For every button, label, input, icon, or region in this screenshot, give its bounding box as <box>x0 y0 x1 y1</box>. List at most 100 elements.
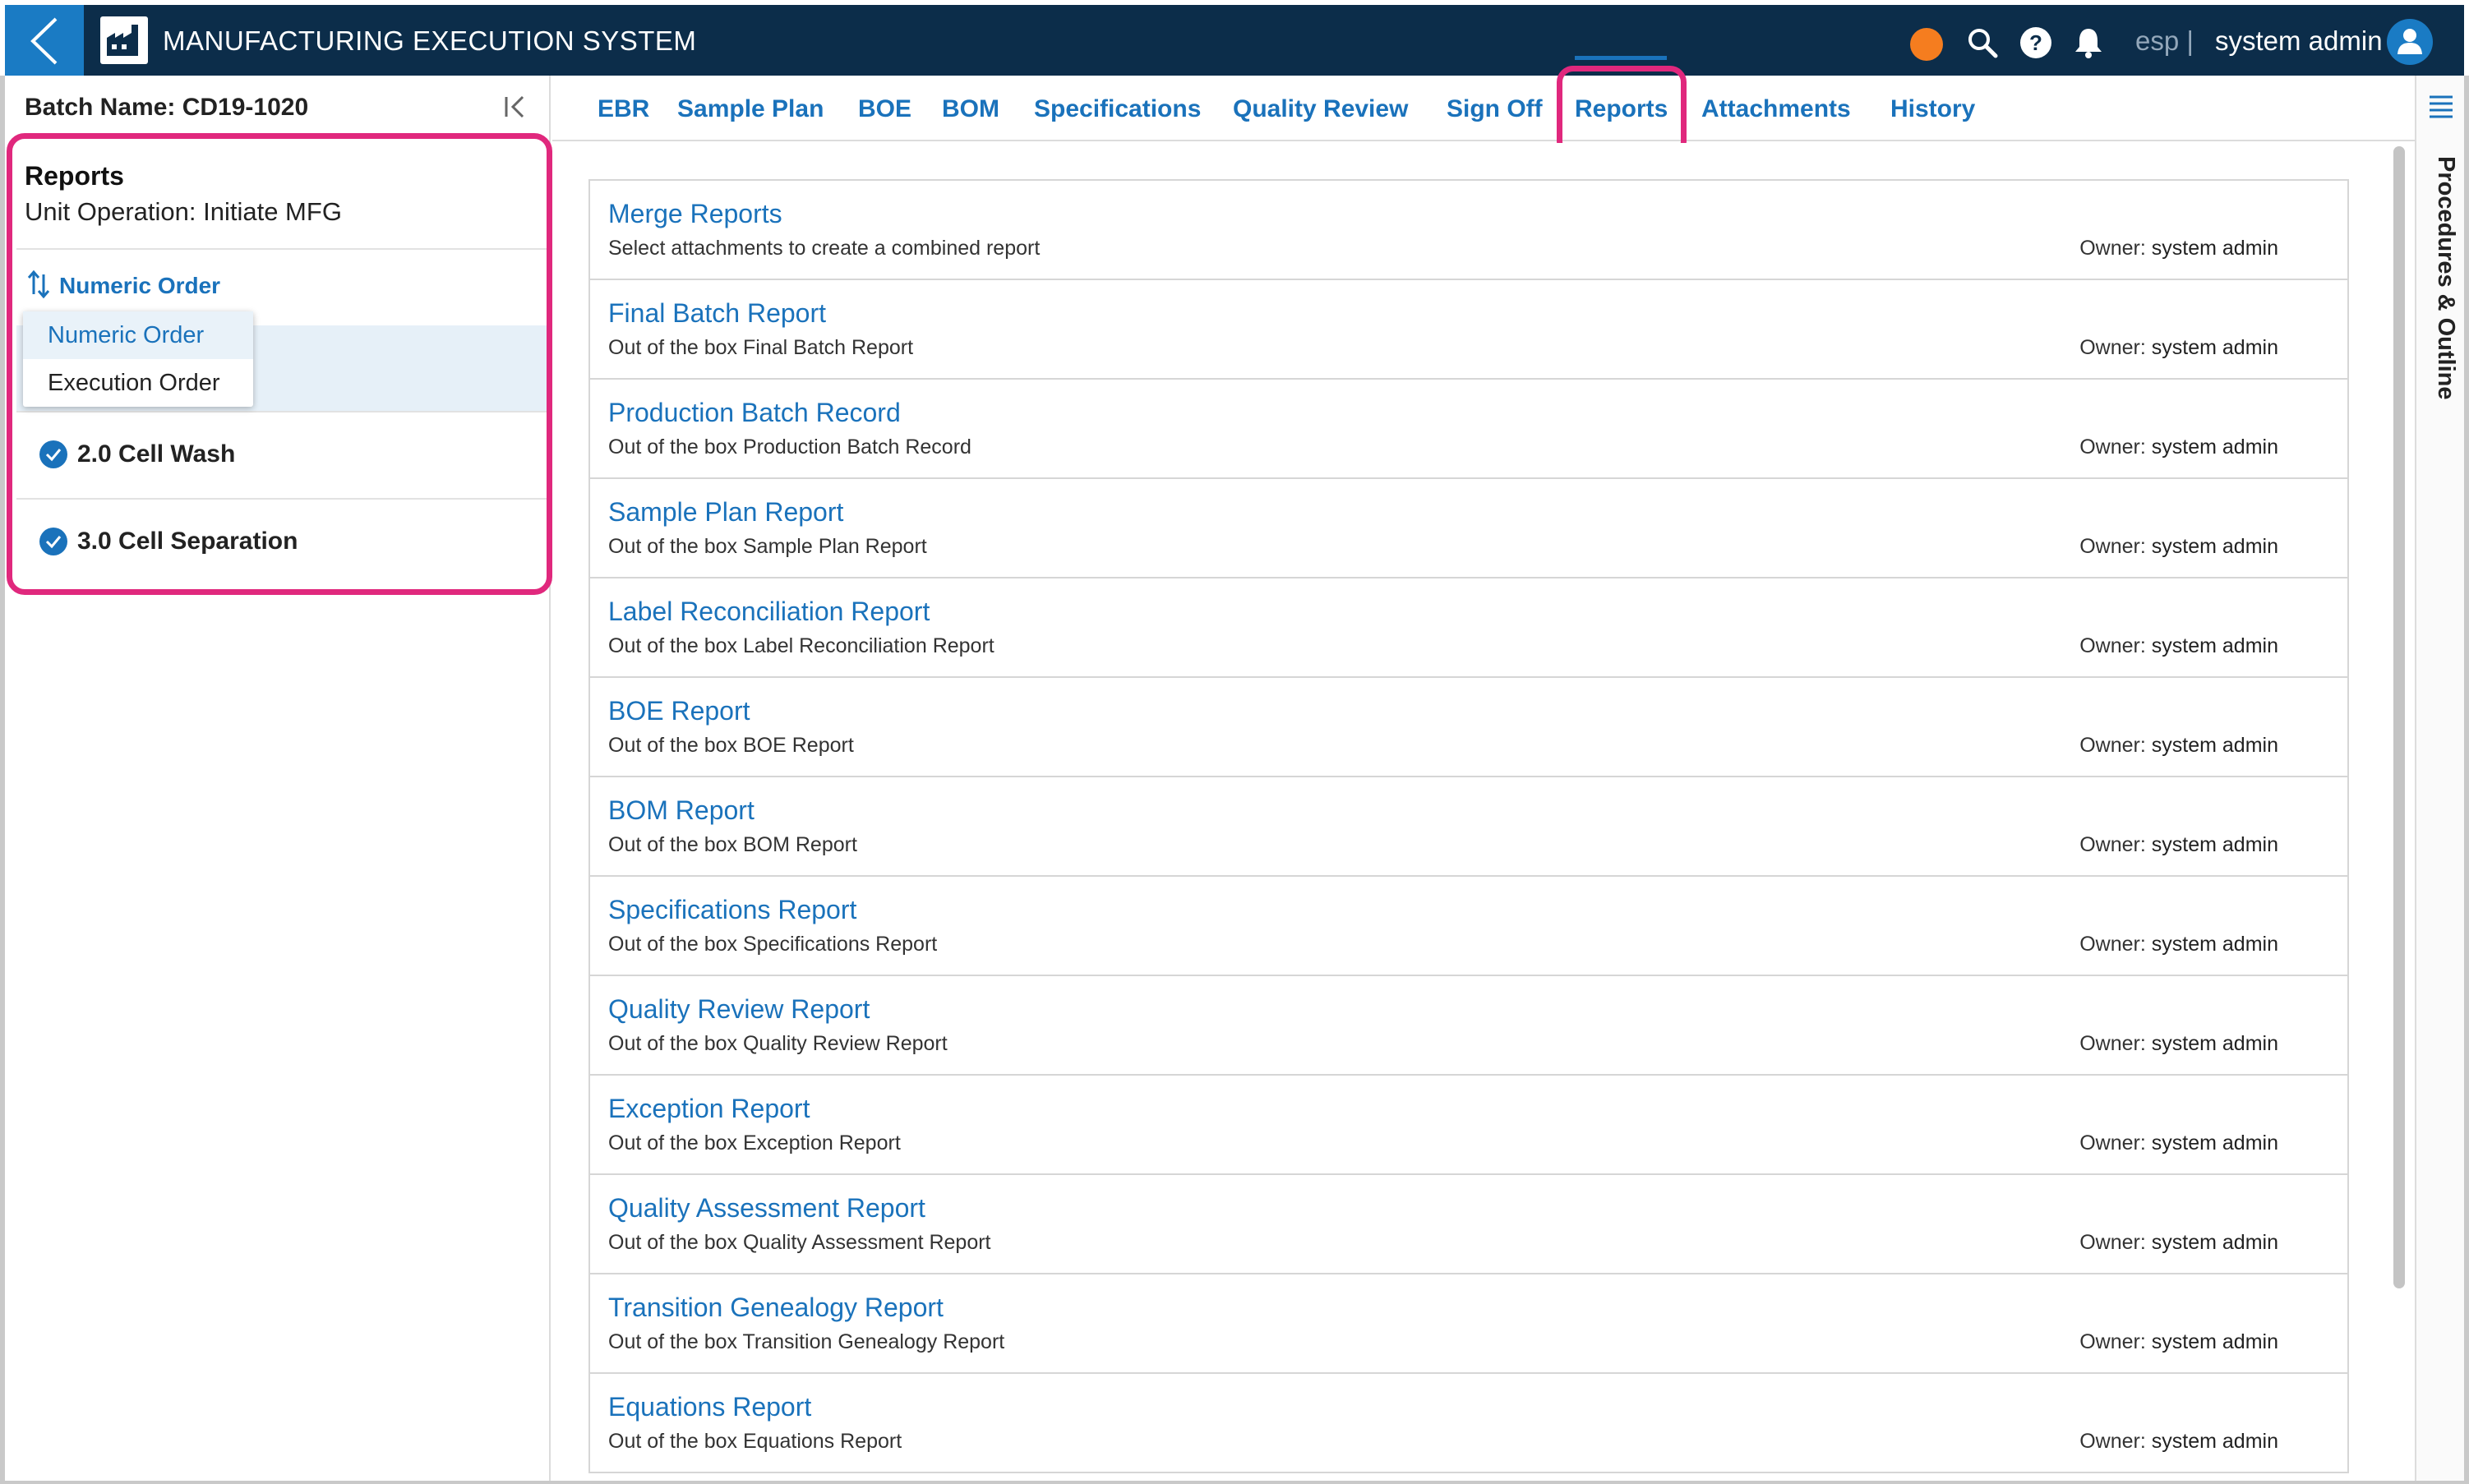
report-owner: Owner: system admin <box>2079 1032 2278 1056</box>
report-description: Out of the box Transition Genealogy Repo… <box>608 1330 1005 1353</box>
report-row[interactable]: Transition Genealogy Report Out of the bo… <box>590 1274 2347 1374</box>
report-title-link[interactable]: BOM Report <box>608 795 755 826</box>
report-title-link[interactable]: Specifications Report <box>608 895 856 925</box>
content-scrollbar[interactable] <box>2390 146 2408 1481</box>
report-owner: Owner: system admin <box>2079 833 2278 857</box>
tab-sample-plan[interactable]: Sample Plan <box>677 95 824 123</box>
procedures-outline-toggle[interactable]: Procedures & Outline <box>2432 156 2459 400</box>
report-title-link[interactable]: Production Batch Record <box>608 398 901 428</box>
report-description: Out of the box BOM Report <box>608 833 857 856</box>
report-owner: Owner: system admin <box>2079 634 2278 658</box>
owner-name: system admin <box>2151 634 2278 657</box>
tab-bom[interactable]: BOM <box>942 95 999 123</box>
report-row[interactable]: Label Reconciliation Report Out of the bo… <box>590 578 2347 678</box>
svg-text:?: ? <box>2029 30 2042 55</box>
help-icon[interactable]: ? <box>2019 26 2052 59</box>
report-description: Out of the box Quality Assessment Report <box>608 1231 991 1254</box>
report-description: Out of the box Specifications Report <box>608 933 938 956</box>
report-title-link[interactable]: Merge Reports <box>608 199 782 229</box>
scrollbar-thumb[interactable] <box>2393 146 2405 1288</box>
frame-border-bottom <box>0 1481 2469 1484</box>
back-icon <box>30 17 58 65</box>
username[interactable]: system admin <box>2215 25 2383 57</box>
app-logo <box>100 16 148 64</box>
report-row[interactable]: BOE Report Out of the box BOE Report Owner… <box>590 678 2347 777</box>
report-row[interactable]: Sample Plan Report Out of the box Sample … <box>590 479 2347 578</box>
report-description: Out of the box Equations Report <box>608 1430 902 1453</box>
user-avatar[interactable] <box>2387 19 2433 65</box>
tab-quality-review[interactable]: Quality Review <box>1233 95 1408 123</box>
report-title-link[interactable]: BOE Report <box>608 696 750 726</box>
owner-prefix: Owner: <box>2079 634 2146 657</box>
owner-prefix: Owner: <box>2079 436 2146 459</box>
report-title-link[interactable]: Label Reconciliation Report <box>608 597 930 627</box>
tab-attachments[interactable]: Attachments <box>1701 95 1851 123</box>
owner-prefix: Owner: <box>2079 336 2146 359</box>
owner-name: system admin <box>2151 1430 2278 1453</box>
report-row[interactable]: Final Batch Report Out of the box Final B… <box>590 280 2347 380</box>
report-title-link[interactable]: Quality Review Report <box>608 994 870 1025</box>
owner-prefix: Owner: <box>2079 1330 2146 1353</box>
owner-prefix: Owner: <box>2079 1032 2146 1055</box>
app-title: MANUFACTURING EXECUTION SYSTEM <box>163 25 697 56</box>
report-row[interactable]: Quality Assessment Report Out of the box … <box>590 1175 2347 1274</box>
report-title-link[interactable]: Transition Genealogy Report <box>608 1293 944 1323</box>
report-row[interactable]: Exception Report Out of the box Exception… <box>590 1076 2347 1175</box>
report-owner: Owner: system admin <box>2079 535 2278 559</box>
annotation-highlight-panel <box>7 133 552 595</box>
owner-prefix: Owner: <box>2079 933 2146 956</box>
report-title-link[interactable]: Quality Assessment Report <box>608 1193 925 1224</box>
owner-name: system admin <box>2151 436 2278 459</box>
report-row[interactable]: BOM Report Out of the box BOM Report Owner… <box>590 777 2347 877</box>
tab-bar: EBR Sample Plan BOE BOM Specifications Q… <box>552 76 2415 141</box>
report-row[interactable]: Production Batch Record Out of the box Pr… <box>590 380 2347 479</box>
collapse-panel-icon[interactable] <box>503 94 528 120</box>
report-row[interactable]: Merge Reports Select attachments to creat… <box>590 181 2347 280</box>
user-avatar-icon <box>2397 29 2422 54</box>
batch-name: Batch Name: CD19-1020 <box>25 94 309 121</box>
tab-specifications[interactable]: Specifications <box>1034 95 1201 123</box>
owner-name: system admin <box>2151 833 2278 856</box>
owner-name: system admin <box>2151 1231 2278 1254</box>
report-title-link[interactable]: Final Batch Report <box>608 298 826 329</box>
tab-sign-off[interactable]: Sign Off <box>1447 95 1543 123</box>
owner-name: system admin <box>2151 933 2278 956</box>
tab-ebr[interactable]: EBR <box>598 95 649 123</box>
left-panel: Batch Name: CD19-1020 Reports Unit Opera… <box>5 76 552 1481</box>
frame-border-right <box>2464 76 2469 1484</box>
search-icon[interactable] <box>1966 26 1999 59</box>
active-tab-indicator <box>1575 56 1667 60</box>
tab-boe[interactable]: BOE <box>858 95 911 123</box>
report-owner: Owner: system admin <box>2079 1131 2278 1155</box>
report-description: Out of the box Quality Review Report <box>608 1032 948 1055</box>
back-button[interactable] <box>5 5 84 76</box>
owner-prefix: Owner: <box>2079 237 2146 260</box>
report-list: Merge Reports Select attachments to creat… <box>588 179 2349 1473</box>
status-indicator[interactable] <box>1910 28 1943 61</box>
tab-history[interactable]: History <box>1890 95 1975 123</box>
report-description: Out of the box Label Reconciliation Repo… <box>608 634 995 657</box>
report-owner: Owner: system admin <box>2079 1330 2278 1354</box>
report-row[interactable]: Quality Review Report Out of the box Qual… <box>590 976 2347 1076</box>
owner-name: system admin <box>2151 1032 2278 1055</box>
report-description: Out of the box Final Batch Report <box>608 336 914 359</box>
tenant-label: esp | <box>2135 25 2194 56</box>
report-owner: Owner: system admin <box>2079 436 2278 459</box>
report-row[interactable]: Equations Report Out of the box Equations… <box>590 1374 2347 1473</box>
right-sidebar: Procedures & Outline <box>2415 76 2464 1481</box>
report-description: Select attachments to create a combined … <box>608 237 1041 260</box>
report-description: Out of the box Exception Report <box>608 1131 901 1154</box>
report-owner: Owner: system admin <box>2079 1430 2278 1454</box>
report-row[interactable]: Specifications Report Out of the box Spec… <box>590 877 2347 976</box>
report-title-link[interactable]: Equations Report <box>608 1392 811 1422</box>
report-title-link[interactable]: Sample Plan Report <box>608 497 843 528</box>
report-title-link[interactable]: Exception Report <box>608 1094 810 1124</box>
owner-prefix: Owner: <box>2079 833 2146 856</box>
bell-icon[interactable] <box>2072 26 2105 59</box>
owner-name: system admin <box>2151 1131 2278 1154</box>
outline-menu-icon[interactable] <box>2428 94 2454 118</box>
report-description: Out of the box Production Batch Record <box>608 436 971 459</box>
owner-prefix: Owner: <box>2079 1430 2146 1453</box>
owner-prefix: Owner: <box>2079 1231 2146 1254</box>
report-owner: Owner: system admin <box>2079 933 2278 956</box>
